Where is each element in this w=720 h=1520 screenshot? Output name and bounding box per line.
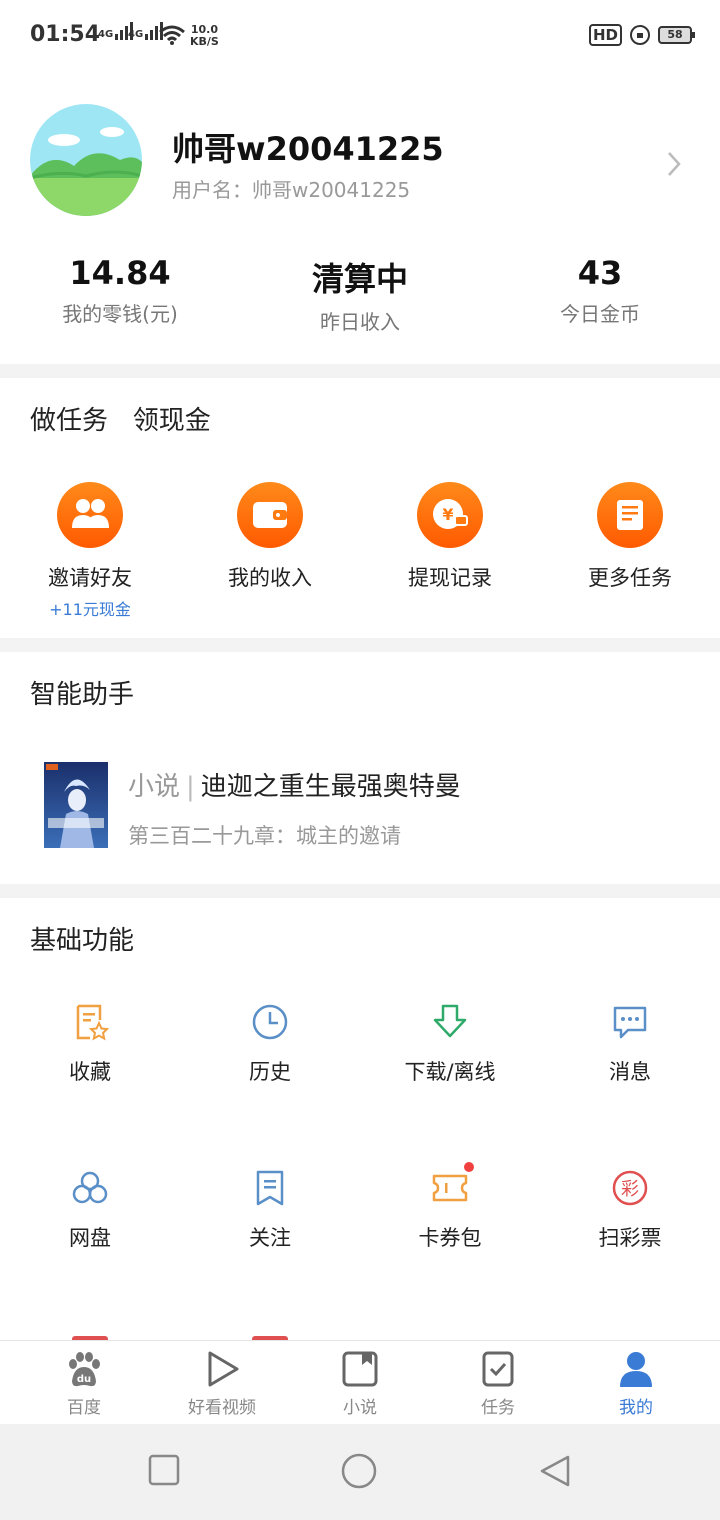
tab-haokan-video[interactable]: 好看视频: [162, 1349, 282, 1418]
avatar[interactable]: [30, 104, 142, 216]
tab-baidu[interactable]: du 百度: [24, 1349, 144, 1418]
func-history[interactable]: 历史: [180, 1002, 360, 1086]
favorite-icon: [70, 1002, 110, 1042]
assistant-section: 智能助手 小说 | 迪迦之重生最强奥特曼 第三百二十九章：城主的邀请: [0, 652, 720, 884]
task-check-icon: [478, 1349, 518, 1389]
stat-balance[interactable]: 14.84 我的零钱(元): [0, 254, 240, 327]
func-message[interactable]: 消息: [540, 1002, 720, 1086]
withdraw-record-icon: ¥: [417, 482, 483, 548]
battery-icon: 58: [658, 26, 695, 44]
tasks-title: 做任务 领现金: [30, 406, 211, 436]
system-navigation-bar: [0, 1424, 720, 1520]
follow-icon: [250, 1168, 290, 1208]
novel-icon: [340, 1349, 380, 1389]
func-follow[interactable]: 关注: [180, 1168, 360, 1252]
more-tasks-icon: [597, 482, 663, 548]
func-favorite[interactable]: 收藏: [0, 1002, 180, 1086]
recent-apps-icon[interactable]: [148, 1454, 180, 1486]
tab-mine[interactable]: 我的: [576, 1349, 696, 1418]
svg-text:彩: 彩: [621, 1179, 639, 1200]
svg-text:du: du: [77, 1374, 91, 1385]
rotation-lock-icon: [630, 25, 650, 45]
person-icon: [616, 1349, 656, 1389]
net-speed: 10.0 KB/S: [190, 23, 219, 48]
tab-novel[interactable]: 小说: [300, 1349, 420, 1418]
func-lottery[interactable]: 彩 扫彩票: [540, 1168, 720, 1252]
tab-task[interactable]: 任务: [438, 1349, 558, 1418]
assistant-title: 智能助手: [30, 680, 135, 710]
wallet-icon: [237, 482, 303, 548]
task-my-income[interactable]: 我的收入: [180, 482, 360, 592]
novel-chapter: 第三百二十九章：城主的邀请: [128, 824, 401, 848]
profile-card[interactable]: 帅哥w20041225 用户名：帅哥w20041225 14.84 我的零钱(元…: [0, 72, 720, 364]
download-icon: [430, 1002, 470, 1042]
coupon-icon: [430, 1162, 474, 1208]
basic-functions-section: 基础功能 收藏 历史 下载/离线 消息 网盘 关注 卡券包 彩 扫彩票: [0, 898, 720, 1340]
func-coupon[interactable]: 卡券包: [360, 1162, 540, 1252]
basic-title: 基础功能: [30, 926, 135, 956]
func-netdisk[interactable]: 网盘: [0, 1168, 180, 1252]
profile-nickname: 帅哥w20041225: [172, 130, 444, 168]
message-icon: [610, 1002, 650, 1042]
hd-icon: HD: [588, 24, 622, 46]
notification-dot: [464, 1162, 474, 1172]
play-icon: [202, 1349, 242, 1389]
wifi-icon: [159, 25, 185, 45]
back-icon[interactable]: [538, 1454, 572, 1488]
task-more-tasks[interactable]: 更多任务: [540, 482, 720, 592]
tasks-section: 做任务 领现金 邀请好友 +11元现金 我的收入 ¥ 提现记录 更多任务: [0, 378, 720, 638]
profile-username: 用户名：帅哥w20041225: [172, 178, 411, 202]
baidu-paw-icon: du: [64, 1349, 104, 1389]
task-invite-friends[interactable]: 邀请好友 +11元现金: [0, 482, 180, 620]
history-icon: [250, 1002, 290, 1042]
task-withdraw-record[interactable]: ¥ 提现记录: [360, 482, 540, 592]
friends-icon: [57, 482, 123, 548]
chevron-right-icon[interactable]: [666, 150, 682, 178]
home-icon[interactable]: [340, 1452, 378, 1490]
bottom-tab-bar: du 百度 好看视频 小说 任务 我的: [0, 1340, 720, 1425]
stat-today-coins[interactable]: 43 今日金币: [480, 254, 720, 327]
status-time: 01:54: [30, 22, 101, 47]
netdisk-icon: [70, 1168, 110, 1208]
svg-text:¥: ¥: [442, 505, 453, 524]
stat-yesterday-income[interactable]: 清算中 昨日收入: [240, 254, 480, 335]
status-bar: 01:54 4G 4G 10.0 KB/S HD 58: [0, 0, 720, 72]
func-download[interactable]: 下载/离线: [360, 1002, 540, 1086]
novel-cover-image[interactable]: [44, 762, 108, 848]
lottery-icon: 彩: [610, 1168, 650, 1208]
novel-heading[interactable]: 小说 | 迪迦之重生最强奥特曼: [128, 766, 461, 803]
